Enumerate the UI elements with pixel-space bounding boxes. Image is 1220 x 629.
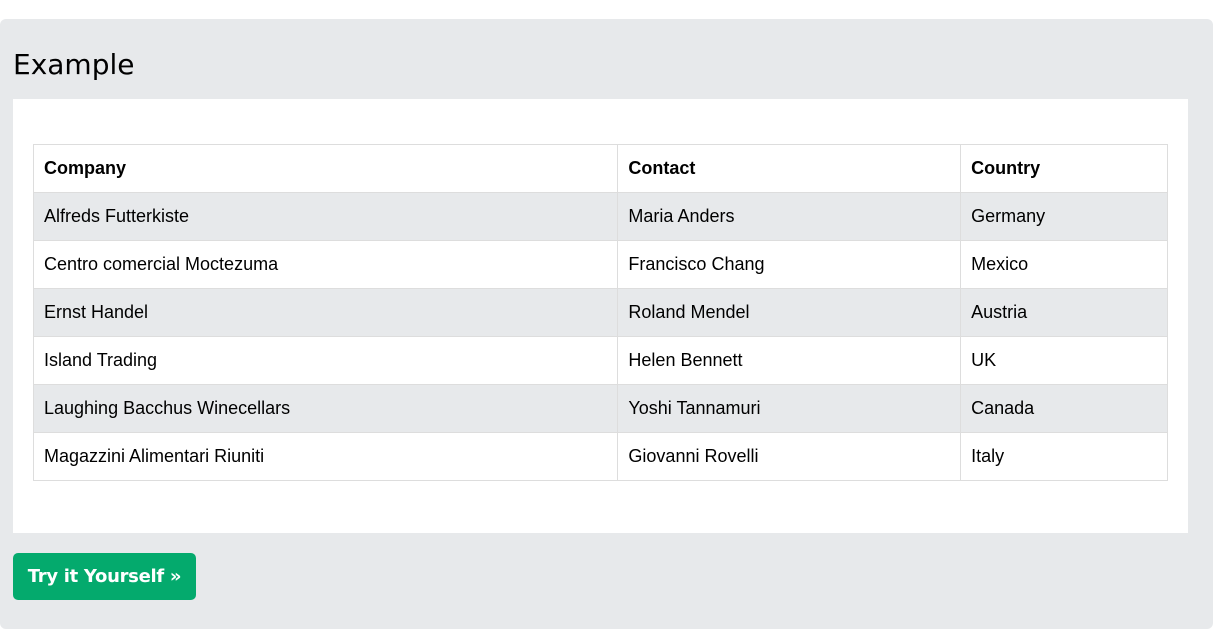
cell-country: Mexico (960, 240, 1168, 289)
cell-contact: Helen Bennett (617, 336, 962, 385)
header-contact: Contact (617, 144, 962, 193)
cell-company: Laughing Bacchus Winecellars (32, 384, 619, 433)
table-row: Centro comercial Moctezuma Francisco Cha… (32, 240, 1168, 289)
cell-company: Ernst Handel (32, 288, 619, 337)
table-row: Ernst Handel Roland Mendel Austria (32, 288, 1168, 337)
header-country: Country (960, 144, 1168, 193)
table-row: Island Trading Helen Bennett UK (32, 336, 1168, 385)
table-row: Alfreds Futterkiste Maria Anders Germany (32, 192, 1168, 241)
cell-contact: Yoshi Tannamuri (617, 384, 962, 433)
cell-country: Austria (960, 288, 1168, 337)
cell-country: Canada (960, 384, 1168, 433)
table-header-row: Company Contact Country (32, 144, 1168, 193)
table-row: Magazzini Alimentari Riuniti Giovanni Ro… (32, 432, 1168, 481)
cell-company: Alfreds Futterkiste (32, 192, 619, 241)
cell-country: Italy (960, 432, 1168, 481)
cell-company: Island Trading (32, 336, 619, 385)
cell-contact: Giovanni Rovelli (617, 432, 962, 481)
try-it-yourself-button[interactable]: Try it Yourself » (13, 553, 196, 600)
cell-contact: Francisco Chang (617, 240, 962, 289)
cell-country: Germany (960, 192, 1168, 241)
header-company: Company (32, 144, 619, 193)
example-title: Example (13, 48, 135, 81)
cell-country: UK (960, 336, 1168, 385)
customers-table: Company Contact Country Alfreds Futterki… (32, 144, 1168, 481)
cell-company: Centro comercial Moctezuma (32, 240, 619, 289)
example-body: Company Contact Country Alfreds Futterki… (13, 99, 1188, 533)
example-panel: Example Company Contact Country Alfreds … (0, 19, 1213, 629)
table-row: Laughing Bacchus Winecellars Yoshi Tanna… (32, 384, 1168, 433)
cell-contact: Roland Mendel (617, 288, 962, 337)
cell-company: Magazzini Alimentari Riuniti (32, 432, 619, 481)
cell-contact: Maria Anders (617, 192, 962, 241)
